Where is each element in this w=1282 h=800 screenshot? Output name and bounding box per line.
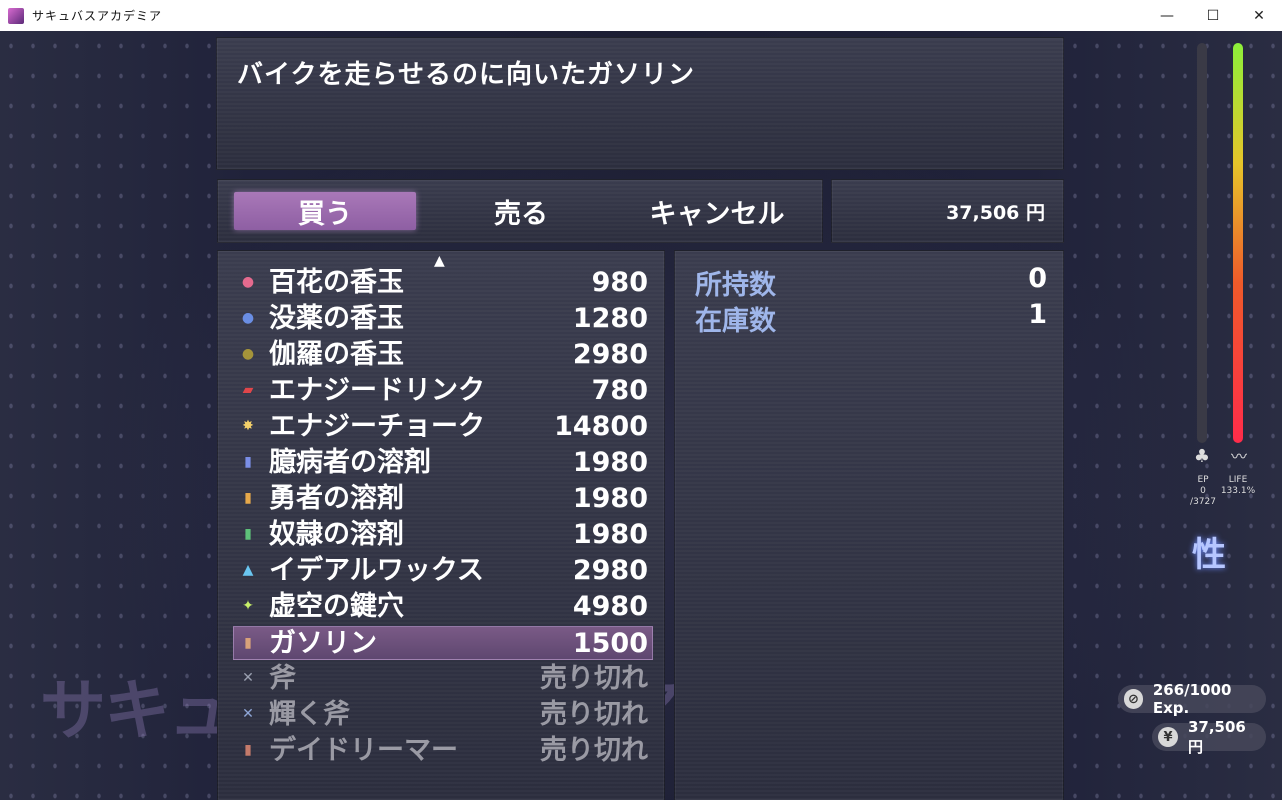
list-item[interactable]: ● 百花の香玉 980 [234, 266, 652, 300]
help-window: バイクを走らせるのに向いたガソリン [216, 37, 1064, 170]
blue-bottle-icon: ▮ [244, 454, 252, 470]
owned-count-row: 所持数 0 [695, 263, 1047, 301]
blue-orb-icon: ● [241, 310, 255, 326]
item-name: 伽羅の香玉 [269, 339, 404, 370]
life-label: LIFE [1228, 475, 1248, 485]
item-price: 1980 [572, 483, 648, 514]
game-screen: サキュバスアカデミア バイクを走らせるのに向いたガソリン 買う 売る キャンセル… [0, 31, 1282, 800]
item-name: 斧 [269, 663, 296, 694]
sell-command[interactable]: 売る [430, 192, 612, 230]
owned-value: 0 [1028, 263, 1047, 294]
item-price: 売り切れ [540, 663, 648, 694]
fuel-bottle-icon: ▮ [244, 635, 252, 651]
list-item[interactable]: ▮ デイドリーマー 売り切れ [234, 734, 652, 768]
item-price: 980 [591, 267, 648, 298]
stock-count-row: 在庫数 1 [695, 299, 1047, 337]
item-status-window: 所持数 0 在庫数 1 [674, 250, 1064, 800]
item-name: 百花の香玉 [269, 267, 404, 298]
item-price: 4980 [572, 591, 648, 622]
ep-label: EP [1197, 475, 1209, 485]
item-name: 輝く斧 [269, 699, 350, 730]
list-item[interactable]: ▮ ガソリン 1500 [233, 626, 653, 660]
green-bottle-icon: ▮ [244, 526, 252, 542]
list-item[interactable]: ✦ 虚空の鍵穴 4980 [234, 590, 652, 624]
exp-display: ⊘ 266/1000 Exp. [1118, 681, 1266, 717]
window-title: サキュバスアカデミア [32, 9, 163, 23]
list-item[interactable]: ● 伽羅の香玉 2980 [234, 338, 652, 372]
item-price: 780 [591, 375, 648, 406]
list-item[interactable]: ▮ 臆病者の溶剤 1980 [234, 446, 652, 480]
can-icon: ▰ [242, 382, 254, 398]
maximize-button[interactable]: ☐ [1190, 0, 1236, 31]
shop-item-list[interactable]: ▲ ● 百花の香玉 980 ● 没薬の香玉 1280 ● 伽羅の香玉 2980 ▰ エナジードリンク… [217, 250, 665, 800]
item-price: 売り切れ [540, 699, 648, 730]
item-price: 2980 [572, 339, 648, 370]
buy-command[interactable]: 買う [234, 192, 416, 230]
minimize-button[interactable]: — [1144, 0, 1190, 31]
ep-readout: EP 0 /3727 [1186, 475, 1220, 508]
item-name: エナジーチョーク [269, 411, 485, 442]
shop-command-window: 買う 売る キャンセル [217, 179, 823, 243]
item-description: バイクを走らせるのに向いたガソリン [237, 60, 695, 90]
item-name: デイドリーマー [269, 735, 458, 766]
potion-icon: ▮ [244, 742, 252, 758]
cancel-command[interactable]: キャンセル [626, 192, 808, 230]
flask-icon: ▲ [242, 562, 254, 578]
item-price: 売り切れ [540, 735, 648, 766]
item-price: 2980 [572, 555, 648, 586]
item-name: 臆病者の溶剤 [269, 447, 431, 478]
list-item[interactable]: ▮ 奴隷の溶剤 1980 [234, 518, 652, 552]
item-name: 没薬の香玉 [269, 303, 404, 334]
list-item[interactable]: ✸ エナジーチョーク 14800 [234, 410, 652, 444]
item-price: 1500 [572, 628, 648, 659]
gold-window: 37,506 円 [831, 179, 1064, 243]
list-item[interactable]: ▮ 勇者の溶剤 1980 [234, 482, 652, 516]
item-name: イデアルワックス [269, 555, 484, 586]
list-item[interactable]: ● 没薬の香玉 1280 [234, 302, 652, 336]
key-icon: ✦ [242, 598, 254, 614]
heartbeat-icon: 〰 [1230, 447, 1247, 466]
pink-orb-icon: ● [241, 274, 255, 290]
item-price: 1280 [572, 303, 648, 334]
axe-icon: ✕ [242, 670, 254, 686]
money-display: ¥ 37,506 円 [1152, 718, 1266, 756]
item-name: エナジードリンク [269, 375, 485, 406]
item-name: 虚空の鍵穴 [269, 591, 404, 622]
ep-gauge [1197, 43, 1207, 443]
status-kanji: 性 [1192, 535, 1226, 575]
shining-axe-icon: ✕ [242, 706, 254, 722]
life-gauge [1233, 43, 1243, 443]
window-titlebar: サキュバスアカデミア — ☐ ✕ [0, 0, 1282, 32]
list-item[interactable]: ✕ 斧 売り切れ [234, 662, 652, 696]
money-value: 37,506 円 [1187, 717, 1246, 756]
item-name: 奴隷の溶剤 [269, 519, 404, 550]
clover-icon: ♣ [1193, 446, 1211, 467]
item-price: 14800 [554, 411, 648, 442]
item-price: 1980 [572, 519, 648, 550]
list-item[interactable]: ▲ イデアルワックス 2980 [234, 554, 652, 588]
item-name: 勇者の溶剤 [269, 483, 404, 514]
owned-label: 所持数 [695, 270, 776, 301]
item-name: ガソリン [269, 628, 377, 659]
gold-amount: 37,506 円 [946, 202, 1045, 224]
ep-value: 0 [1200, 486, 1206, 496]
item-price: 1980 [572, 447, 648, 478]
burst-icon: ✸ [242, 418, 254, 434]
list-item[interactable]: ✕ 輝く斧 売り切れ [234, 698, 652, 732]
yen-icon: ¥ [1158, 727, 1178, 747]
ep-max: /3727 [1190, 497, 1216, 507]
stock-value: 1 [1028, 299, 1047, 330]
life-value: 133.1% [1220, 486, 1256, 496]
app-icon [8, 7, 24, 24]
olive-orb-icon: ● [241, 346, 255, 362]
exp-value: 266/1000 Exp. [1152, 681, 1232, 717]
compass-icon: ⊘ [1124, 689, 1143, 709]
close-button[interactable]: ✕ [1236, 0, 1282, 31]
yellow-bottle-icon: ▮ [244, 490, 252, 506]
list-item[interactable]: ▰ エナジードリンク 780 [234, 374, 652, 408]
life-readout: LIFE 133.1% [1220, 475, 1256, 497]
window-controls: — ☐ ✕ [1144, 0, 1282, 31]
stock-label: 在庫数 [695, 306, 776, 337]
